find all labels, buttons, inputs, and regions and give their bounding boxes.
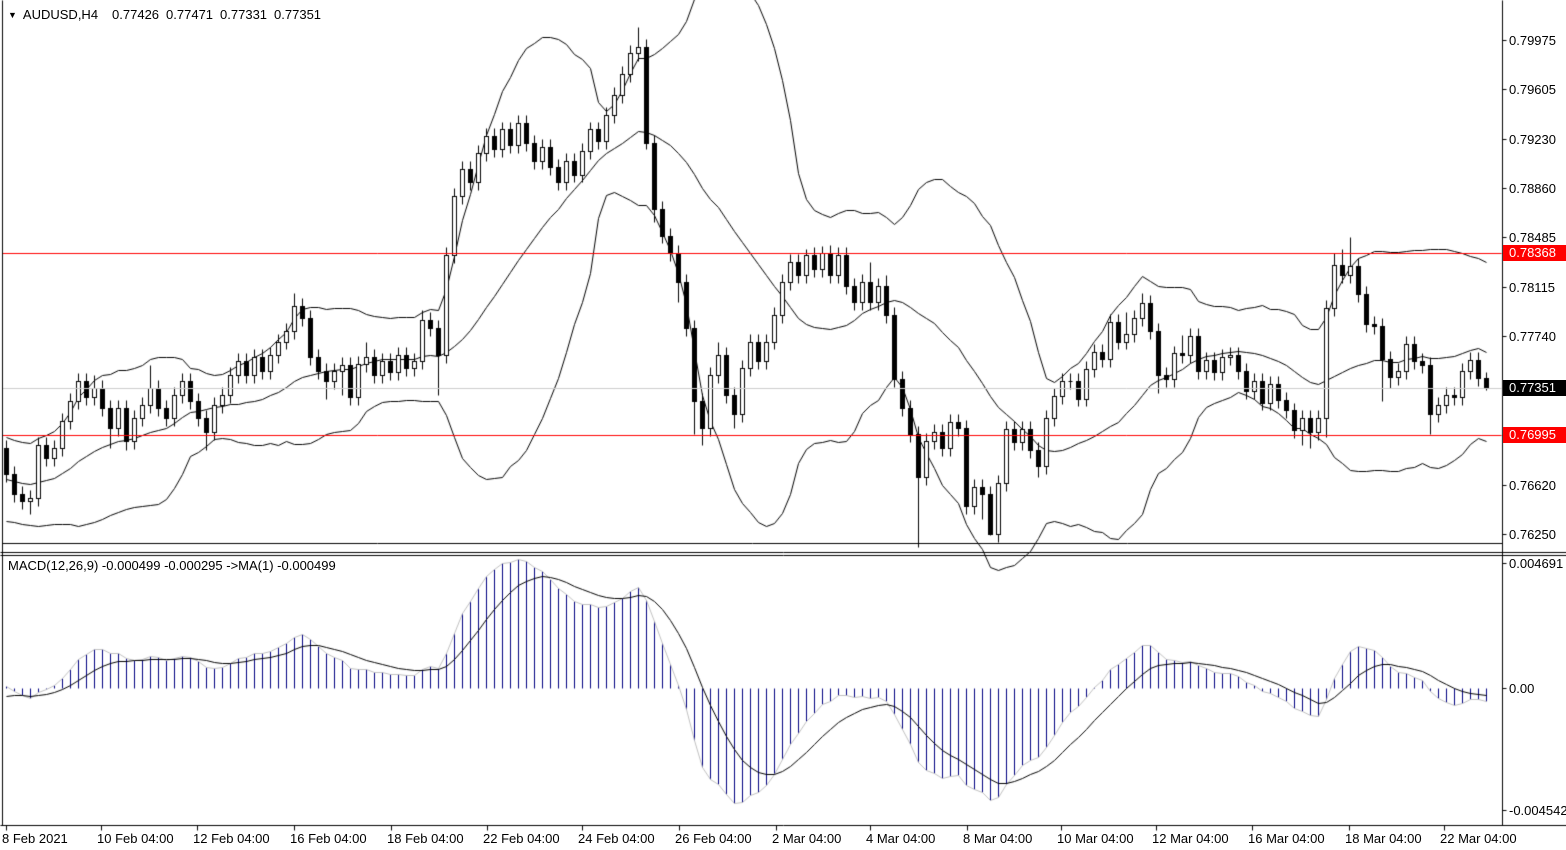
price-axis-label: 0.79230: [1509, 132, 1556, 147]
time-axis-label: 2 Mar 04:00: [772, 831, 841, 846]
time-axis-label: 10 Feb 04:00: [97, 831, 174, 846]
macd-axis-label: 0.00: [1509, 681, 1534, 696]
price-axis-label: 0.76250: [1509, 527, 1556, 542]
price-axis-label: 0.78115: [1509, 280, 1555, 295]
chart-title: ▼ AUDUSD,H4 0.77426 0.77471 0.77331 0.77351: [8, 7, 328, 22]
macd-indicator-label: MACD(12,26,9) -0.000499 -0.000295 ->MA(1…: [8, 558, 336, 573]
chart-canvas[interactable]: [0, 0, 1566, 850]
macd-axis-label: -0.004542: [1509, 803, 1566, 818]
time-axis-label: 12 Mar 04:00: [1152, 831, 1229, 846]
ohlc-open-value: 0.77426: [112, 7, 159, 22]
time-axis-label: 4 Mar 04:00: [866, 831, 935, 846]
time-axis-label: 8 Mar 04:00: [963, 831, 1032, 846]
time-axis-label: 8 Feb 2021: [2, 831, 68, 846]
time-axis-label: 10 Mar 04:00: [1057, 831, 1134, 846]
ohlc-low-value: 0.77331: [220, 7, 267, 22]
time-axis-label: 12 Feb 04:00: [193, 831, 270, 846]
time-axis-label: 24 Feb 04:00: [578, 831, 655, 846]
ohlc-close-value: 0.77351: [274, 7, 321, 22]
ohlc-high-value: 0.77471: [166, 7, 213, 22]
price-line-badge: 0.77351: [1503, 380, 1566, 396]
macd-axis-label: 0.004691: [1509, 556, 1563, 571]
symbol-period-label: AUDUSD,H4: [23, 7, 98, 22]
price-axis-label: 0.76620: [1509, 478, 1556, 493]
chart-window: ▼ AUDUSD,H4 0.77426 0.77471 0.77331 0.77351 M…: [0, 0, 1566, 850]
price-axis-label: 0.77740: [1509, 329, 1556, 344]
time-axis-label: 22 Mar 04:00: [1440, 831, 1517, 846]
time-axis-label: 18 Feb 04:00: [387, 831, 464, 846]
time-axis-label: 16 Feb 04:00: [290, 831, 367, 846]
symbol-dropdown-icon[interactable]: ▼: [8, 10, 17, 20]
price-line-badge: 0.78368: [1503, 245, 1566, 261]
time-axis-label: 16 Mar 04:00: [1248, 831, 1325, 846]
time-axis-label: 18 Mar 04:00: [1345, 831, 1422, 846]
price-axis-label: 0.79605: [1509, 82, 1556, 97]
price-axis-label: 0.78485: [1509, 230, 1556, 245]
price-axis-label: 0.78860: [1509, 181, 1556, 196]
time-axis-label: 26 Feb 04:00: [675, 831, 752, 846]
price-axis-label: 0.79975: [1509, 33, 1556, 48]
price-line-badge: 0.76995: [1503, 427, 1566, 443]
time-axis-label: 22 Feb 04:00: [483, 831, 560, 846]
